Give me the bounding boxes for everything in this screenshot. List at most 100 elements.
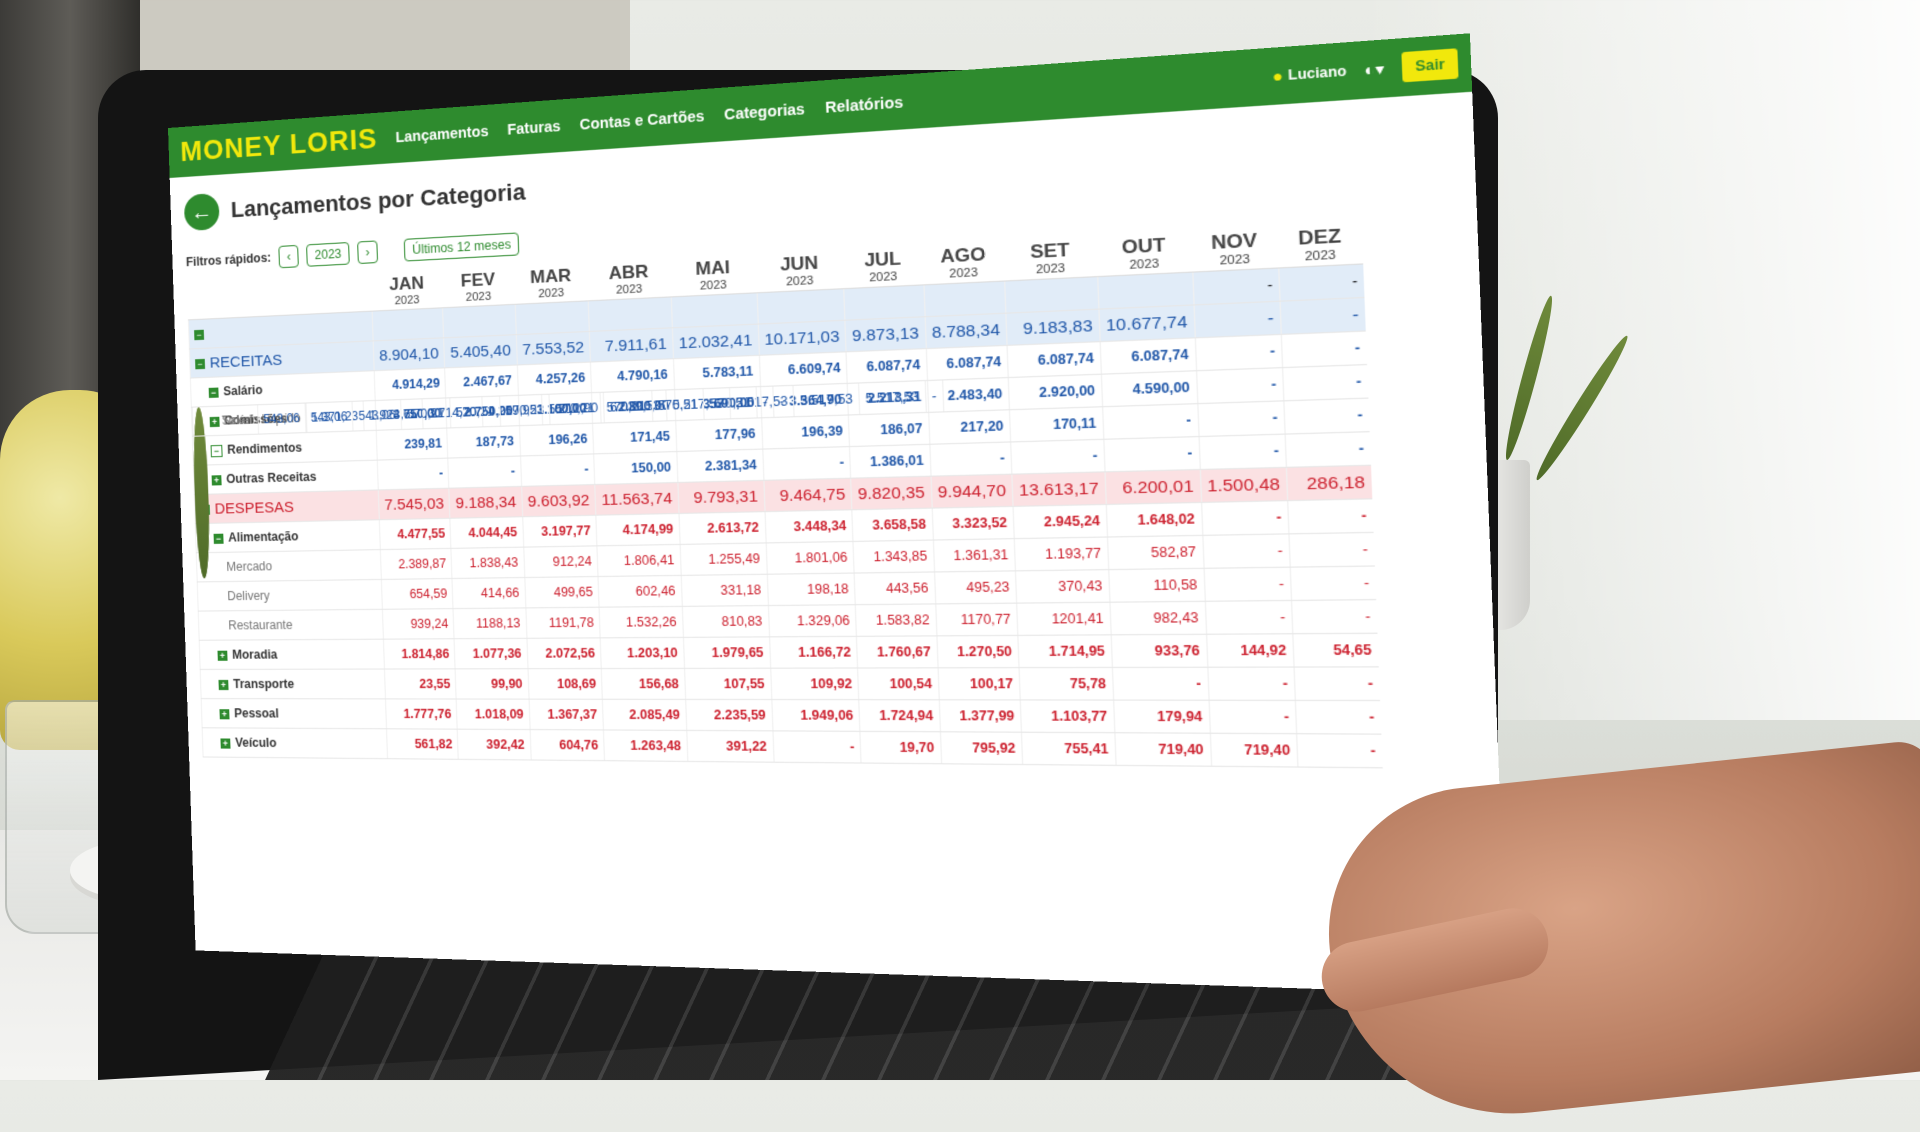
laptop-screen: MONEY LORIS Lançamentos Faturas Contas e… <box>168 33 1508 995</box>
value-cell: 4.257,26 <box>517 362 592 395</box>
expand-icon[interactable]: + <box>217 651 227 661</box>
theme-toggle-icon[interactable]: ◐▾ <box>1364 59 1385 80</box>
logout-button[interactable]: Sair <box>1402 48 1459 82</box>
value-cell: 602,46 <box>598 575 682 607</box>
value-cell: 795,92 <box>940 732 1023 765</box>
table-row[interactable]: +Veículo561,82392,42604,761.263,48391,22… <box>202 728 1382 768</box>
value-cell: 4.174,99 <box>596 513 680 545</box>
value-cell: 543,06 <box>258 404 306 435</box>
year-button[interactable]: 2023 <box>306 242 349 267</box>
expand-icon[interactable]: + <box>220 738 230 748</box>
page-title: Lançamentos por Categoria <box>230 179 525 224</box>
value-cell: 286,18 <box>1286 465 1372 500</box>
user-menu[interactable]: ● Luciano <box>1272 62 1347 86</box>
value-cell: 109,92 <box>770 668 859 700</box>
value-cell: 9.944,70 <box>931 474 1013 508</box>
value-cell: 1.343,85 <box>853 540 934 573</box>
value-cell: 170,11 <box>1010 407 1104 442</box>
value-cell: 2.389,87 <box>380 548 452 579</box>
expand-icon[interactable]: + <box>219 709 229 719</box>
value-cell: 5.783,11 <box>673 355 760 389</box>
nav-faturas[interactable]: Faturas <box>507 117 561 137</box>
value-cell: - <box>1207 667 1295 700</box>
value-cell: 1.203,10 <box>600 637 684 668</box>
value-cell: 179,94 <box>1113 700 1209 733</box>
value-cell: 499,65 <box>525 577 600 608</box>
value-cell: 933,76 <box>1111 634 1207 667</box>
next-year-chevron-icon[interactable]: › <box>357 240 378 264</box>
value-cell: - <box>1285 432 1371 468</box>
month-header: JAN2023 <box>371 270 443 311</box>
value-cell: 570,21 <box>600 391 652 423</box>
table-body: −--−RECEITAS8.904,105.405,407.553,527.91… <box>188 264 1382 768</box>
value-cell: 4.477,55 <box>379 518 451 549</box>
value-cell: 99,90 <box>455 669 528 699</box>
value-cell: 391,22 <box>687 730 774 762</box>
table-row[interactable]: Ticket543,06543,06543,06570,21570,21570,… <box>191 407 210 578</box>
month-year: 2023 <box>447 289 511 305</box>
last-12-months-button[interactable]: Últimos 12 meses <box>404 232 520 261</box>
value-cell: 1.838,43 <box>451 547 524 578</box>
collapse-icon[interactable]: − <box>209 387 219 397</box>
value-cell: 1.648,02 <box>1106 502 1202 537</box>
expand-icon[interactable]: + <box>212 475 222 485</box>
filters-label: Filtros rápidos: <box>186 250 272 269</box>
value-cell: - <box>1011 439 1105 474</box>
category-label: Moradia <box>232 647 278 661</box>
value-cell: 6.609,74 <box>759 352 848 387</box>
collapse-icon[interactable]: − <box>214 533 224 543</box>
collapse-icon[interactable]: − <box>195 358 205 368</box>
value-cell: 414,66 <box>452 578 525 609</box>
value-cell: 1.714,95 <box>1018 635 1112 668</box>
category-cell: + Moradia <box>199 639 384 669</box>
category-cell: +Pessoal <box>201 699 386 729</box>
value-cell: 939,24 <box>382 609 454 640</box>
value-cell: 1.801,06 <box>766 541 855 574</box>
value-cell: - <box>1280 297 1366 334</box>
value-cell: 1.263,48 <box>604 730 688 761</box>
expand-icon[interactable]: + <box>218 680 228 690</box>
value-cell: 1.583,82 <box>856 604 937 636</box>
value-cell: 1201,41 <box>1017 602 1111 635</box>
table-row[interactable]: +Moradia1.814,861.077,362.072,561.203,10… <box>199 633 1378 669</box>
month-header: MAI2023 <box>670 254 757 297</box>
value-cell: - <box>1279 264 1365 301</box>
value-cell: - <box>520 454 595 486</box>
month-header: OUT2023 <box>1096 231 1192 277</box>
table-row[interactable]: +Transporte23,5599,90108,69156,68107,551… <box>200 667 1380 701</box>
value-cell <box>1097 272 1193 309</box>
nav-categorias[interactable]: Categorias <box>724 100 805 123</box>
value-cell: 2.085,49 <box>603 699 687 730</box>
value-cell <box>443 304 516 337</box>
value-cell: 912,24 <box>524 546 599 578</box>
value-cell: 370,43 <box>1015 570 1109 604</box>
collapse-icon[interactable]: − <box>211 445 223 457</box>
nav-lancamentos[interactable]: Lançamentos <box>395 122 488 145</box>
value-cell: - <box>929 442 1011 476</box>
value-cell: 100,17 <box>938 668 1021 700</box>
nav-relatorios[interactable]: Relatórios <box>825 93 904 116</box>
category-label: Alimentação <box>228 529 299 545</box>
value-cell: 2.381,34 <box>677 449 764 482</box>
month-year: 2023 <box>1102 256 1188 274</box>
value-cell: 3.323,52 <box>932 506 1014 540</box>
value-cell: 75,78 <box>1019 667 1113 700</box>
collapse-icon[interactable]: − <box>194 330 204 340</box>
value-cell: 543,06 <box>305 402 354 433</box>
value-cell: 1188,13 <box>453 608 526 639</box>
app-logo[interactable]: MONEY LORIS <box>180 123 378 168</box>
category-label: Rendimentos <box>227 440 302 456</box>
month-header: JUN2023 <box>755 249 844 293</box>
value-cell: 4.914,29 <box>374 368 446 401</box>
value-cell: 11.563,74 <box>595 482 679 515</box>
value-cell: 1.500,48 <box>1200 467 1288 502</box>
prev-year-chevron-icon[interactable]: ‹ <box>279 245 300 268</box>
value-cell: 1.329,06 <box>768 605 857 637</box>
value-cell: 177,96 <box>675 418 762 452</box>
value-cell: 495,23 <box>934 571 1017 604</box>
category-cell: +Veículo <box>202 728 387 759</box>
back-arrow-icon[interactable]: ← <box>184 193 220 231</box>
value-cell: 8.904,10 <box>373 338 445 371</box>
value-cell: - <box>1193 301 1281 338</box>
nav-contas-cartoes[interactable]: Contas e Cartões <box>579 107 704 133</box>
